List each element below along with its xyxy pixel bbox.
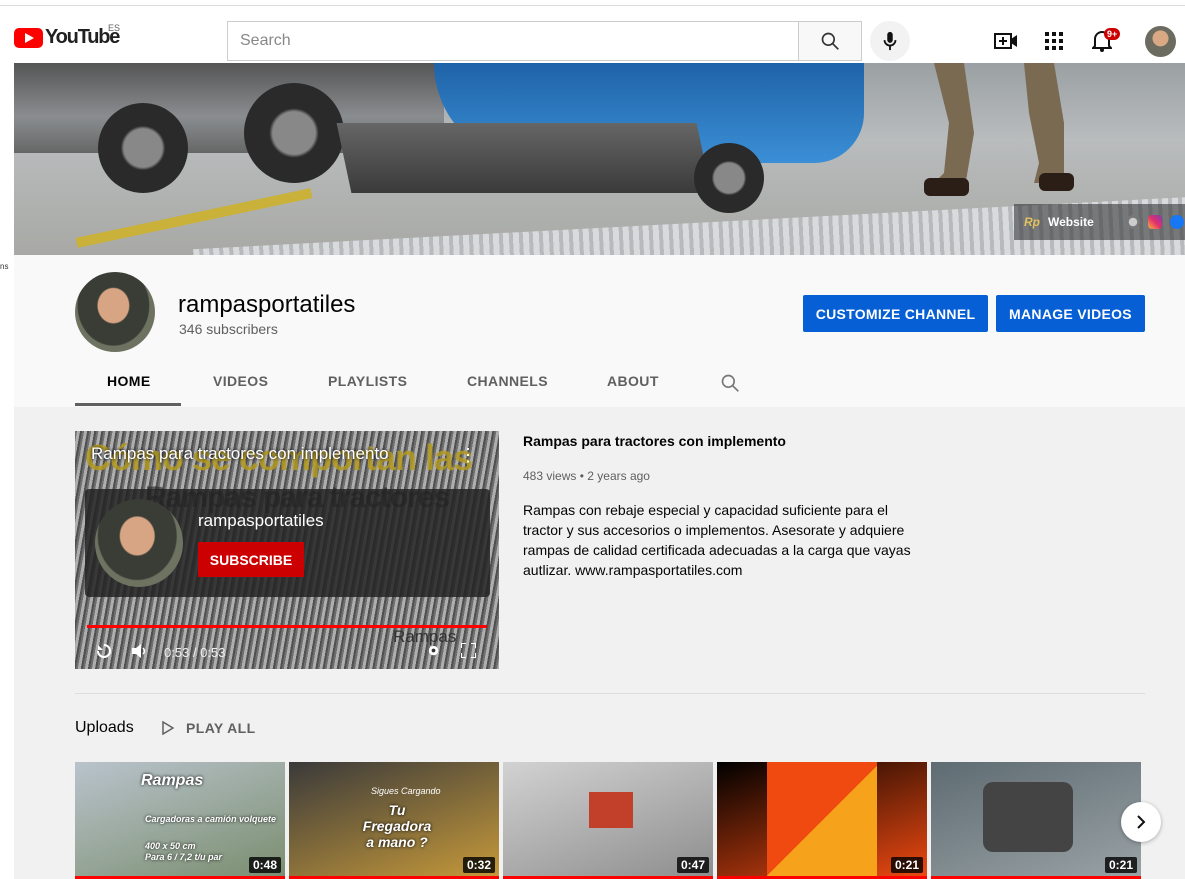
play-all-label: PLAY ALL [186, 720, 256, 736]
search-input[interactable]: Search [227, 21, 799, 61]
banner-person-legs [924, 63, 1074, 196]
tab-home[interactable]: HOME [107, 373, 151, 389]
website-link[interactable]: Website [1048, 215, 1094, 229]
channel-banner: Rp Website [14, 63, 1185, 255]
upload-thumbnail[interactable]: 0:21 [717, 762, 927, 879]
banner-wheel [694, 143, 764, 213]
active-tab-indicator [75, 403, 181, 406]
meta-separator: • [579, 469, 584, 483]
play-outline-icon [162, 721, 174, 735]
upload-thumbnail[interactable]: 0:21 [931, 762, 1141, 879]
player-video-title[interactable]: Rampas para tractores con implemento [91, 444, 389, 464]
apps-grid-icon [1045, 32, 1063, 50]
uploads-heading[interactable]: Uploads [75, 719, 134, 737]
channel-avatar[interactable] [75, 272, 155, 352]
endcard-channel-avatar[interactable] [95, 499, 183, 587]
video-camera-plus-icon [994, 33, 1017, 49]
channel-header: rampasportatiles 346 subscribers CUSTOMI… [14, 255, 1185, 407]
upload-thumbnail[interactable]: Rampas Cargadoras a camión volquete 400 … [75, 762, 285, 879]
view-count: 483 views [523, 469, 577, 483]
featured-video-description: Rampas con rebaje especial y capacidad s… [523, 502, 911, 578]
voice-search-button[interactable] [870, 21, 910, 61]
thumbnail-text: Rampas [141, 772, 204, 789]
search-placeholder: Search [240, 32, 291, 49]
upload-thumbnail[interactable]: Sigues Cargando Tu Fregadora a mano ? 0:… [289, 762, 499, 879]
rp-logo-icon: Rp [1024, 215, 1040, 229]
sidebar-crumb: ns [0, 262, 9, 271]
video-duration: 0:21 [890, 857, 923, 873]
channel-name: rampasportatiles [178, 291, 356, 318]
thumbnail-dimensions: 400 x 50 cm [145, 841, 196, 851]
tab-videos[interactable]: VIDEOS [213, 373, 268, 389]
featured-video-player[interactable]: Cómo se comportan las Rampas para tracto… [75, 431, 499, 669]
thumbnail-caption: Sigues Cargando [371, 786, 441, 796]
tab-playlists[interactable]: PLAYLISTS [328, 373, 407, 389]
search-icon [721, 374, 739, 392]
instagram-link-icon[interactable] [1147, 215, 1162, 229]
banner-machine-base [336, 123, 712, 193]
masthead: YouTube ES Search 9+ [0, 6, 1185, 63]
video-duration: 0:47 [676, 857, 709, 873]
endcard-channel-name: rampasportatiles [198, 511, 324, 530]
youtube-play-icon [14, 27, 43, 48]
featured-video-meta: 483 views • 2 years ago [523, 469, 650, 483]
player-controls: 0:53 / 0:53 [75, 631, 499, 669]
youtube-logo[interactable]: YouTube ES [14, 23, 121, 49]
tab-channels[interactable]: CHANNELS [467, 373, 548, 389]
player-progress-bar[interactable] [87, 625, 487, 628]
microphone-icon [883, 31, 897, 51]
thumbnail-load: Para 6 / 7,2 t/u par [145, 852, 223, 862]
banner-wheel [244, 83, 344, 183]
banner-wheel [98, 103, 188, 193]
thumbnail-caption: Cargadoras a camión volquete [145, 814, 277, 824]
search-icon [821, 32, 839, 50]
globe-link-icon[interactable] [1125, 215, 1140, 229]
tab-about[interactable]: ABOUT [607, 373, 659, 389]
thumbnail-machine [983, 782, 1073, 852]
fullscreen-icon[interactable] [461, 643, 476, 658]
customize-channel-button[interactable]: CUSTOMIZE CHANNEL [803, 295, 988, 332]
replay-icon[interactable] [96, 643, 112, 659]
chevron-right-icon [1137, 815, 1146, 829]
search-button[interactable] [798, 21, 862, 61]
upload-thumbnail[interactable]: 0:47 [503, 762, 713, 879]
upload-age: 2 years ago [587, 469, 650, 483]
thumbnail-text: Tu Fregadora a mano ? [362, 802, 432, 850]
facebook-link-icon[interactable] [1169, 215, 1184, 229]
settings-gear-icon[interactable] [426, 643, 441, 658]
create-video-button[interactable] [993, 28, 1019, 54]
channel-home-content: Cómo se comportan las Rampas para tracto… [14, 407, 1185, 879]
manage-videos-button[interactable]: MANAGE VIDEOS [996, 295, 1145, 332]
subscriber-count: 346 subscribers [179, 321, 278, 337]
more-options-icon[interactable]: ⋮ [459, 445, 477, 466]
banner-links: Rp Website [1014, 204, 1185, 240]
play-all-button[interactable]: PLAY ALL [162, 720, 256, 736]
subscribe-button[interactable]: SUBSCRIBE [198, 542, 304, 577]
end-screen-card: rampasportatiles SUBSCRIBE [85, 489, 490, 597]
video-duration: 0:32 [462, 857, 495, 873]
section-divider [75, 693, 1145, 694]
player-time: 0:53 / 0:53 [164, 645, 226, 660]
country-code: ES [108, 23, 121, 33]
featured-video-title[interactable]: Rampas para tractores con implemento [523, 433, 786, 449]
apps-button[interactable] [1041, 28, 1067, 54]
video-duration: 0:48 [248, 857, 281, 873]
next-uploads-button[interactable] [1121, 802, 1161, 842]
thumbnail-logo-mark [767, 762, 877, 879]
notification-badge: 9+ [1104, 28, 1121, 40]
account-avatar[interactable] [1145, 26, 1176, 57]
volume-icon[interactable] [132, 644, 148, 658]
thumbnail-pallet [589, 792, 633, 828]
video-duration: 0:21 [1104, 857, 1137, 873]
banner-parking-line [75, 188, 313, 248]
channel-search-button[interactable] [720, 373, 740, 398]
